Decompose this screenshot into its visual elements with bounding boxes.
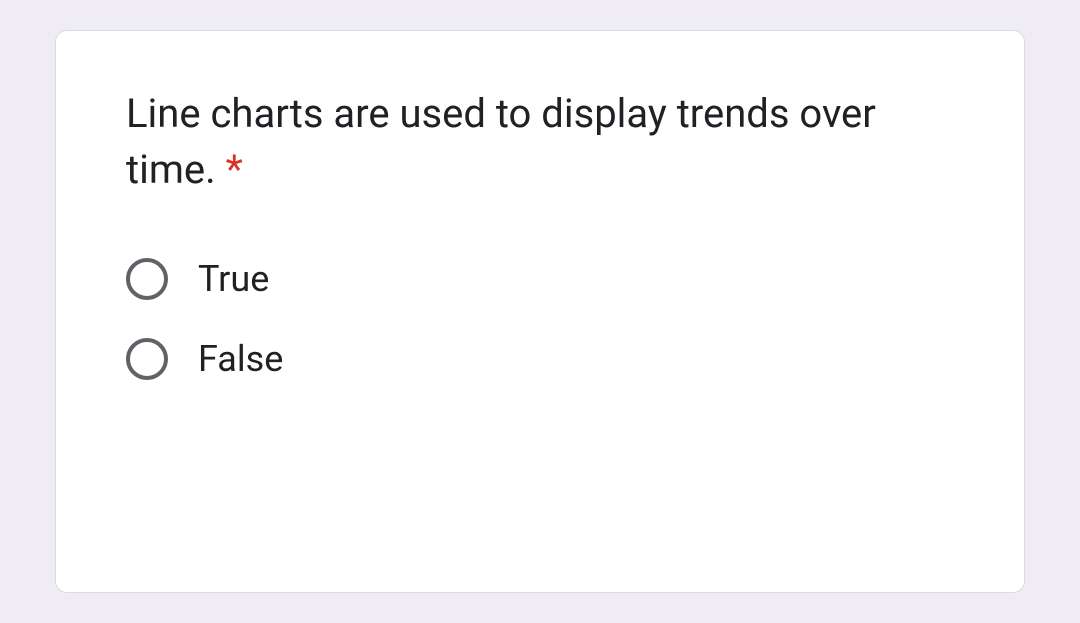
option-false[interactable]: False (126, 338, 954, 380)
options-group: True False (126, 258, 954, 380)
option-label: True (198, 258, 269, 300)
question-text: Line charts are used to display trends o… (126, 86, 954, 198)
required-asterisk: * (226, 146, 243, 193)
radio-icon (126, 338, 168, 380)
option-label: False (198, 338, 283, 380)
radio-icon (126, 258, 168, 300)
question-card: Line charts are used to display trends o… (55, 30, 1025, 593)
option-true[interactable]: True (126, 258, 954, 300)
